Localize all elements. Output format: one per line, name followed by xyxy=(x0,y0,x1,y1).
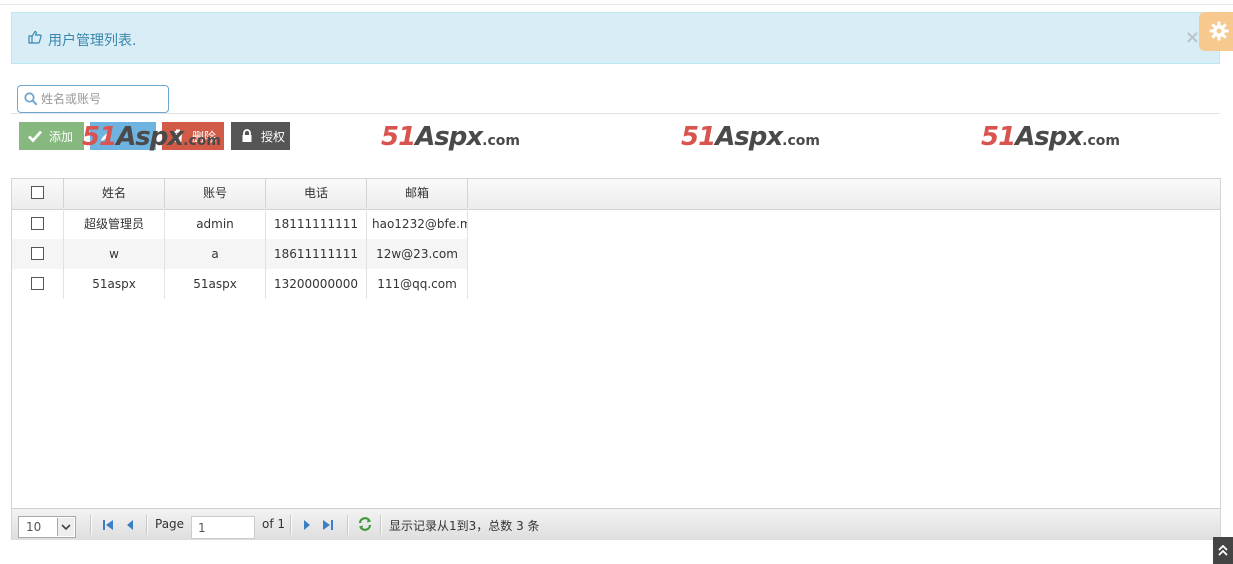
info-alert: 用户管理列表. × xyxy=(11,12,1220,64)
check-icon xyxy=(28,130,43,143)
cell-account: a xyxy=(165,239,266,269)
pager-separator xyxy=(146,515,148,535)
edit-button[interactable] xyxy=(90,122,156,150)
settings-toggle[interactable] xyxy=(1199,12,1233,51)
alert-message: 用户管理列表. xyxy=(48,33,137,49)
grid-header: 姓名 账号 电话 邮箱 xyxy=(12,179,1220,210)
chevron-down-icon xyxy=(57,518,74,536)
row-select-cell xyxy=(12,269,64,299)
double-chevron-up-icon xyxy=(1218,545,1228,556)
search-input[interactable] xyxy=(41,89,161,109)
table-row[interactable]: 超级管理员 admin 18111111111 hao1232@bfe.me xyxy=(12,209,468,239)
column-header-account[interactable]: 账号 xyxy=(165,179,266,208)
cell-account: admin xyxy=(165,209,266,239)
watermark-logo: 51Aspx.com xyxy=(681,122,820,152)
lock-icon xyxy=(242,129,252,142)
table-row[interactable]: 51aspx 51aspx 13200000000 111@qq.com xyxy=(12,269,468,299)
gear-icon xyxy=(1209,21,1229,41)
column-header-phone[interactable]: 电话 xyxy=(266,179,367,208)
cell-name: w xyxy=(64,239,165,269)
column-header-name[interactable]: 姓名 xyxy=(64,179,165,208)
cell-account: 51aspx xyxy=(165,269,266,299)
row-select-cell xyxy=(12,209,64,239)
pager-separator xyxy=(347,515,349,535)
page-size-value: 10 xyxy=(26,520,42,534)
cell-name: 51aspx xyxy=(64,269,165,299)
table-row[interactable]: w a 18611111111 12w@23.com xyxy=(12,239,468,269)
refresh-icon[interactable] xyxy=(357,516,373,532)
row-select-cell xyxy=(12,239,64,269)
thumbs-up-icon xyxy=(28,30,42,44)
pager-separator xyxy=(90,515,92,535)
authorize-button[interactable]: 授权 xyxy=(231,122,290,150)
next-page-icon[interactable] xyxy=(300,518,314,532)
cell-phone: 18611111111 xyxy=(266,239,367,269)
pager: 10 Page of 1 显示记录从1到3，总数 xyxy=(12,508,1220,540)
pager-separator xyxy=(290,515,292,535)
row-checkbox[interactable] xyxy=(31,247,44,260)
search-icon xyxy=(24,92,38,106)
trash-icon xyxy=(173,129,183,142)
record-info: 显示记录从1到3，总数 3 条 xyxy=(389,519,540,533)
page-size-select[interactable]: 10 xyxy=(18,516,76,538)
authorize-button-label: 授权 xyxy=(261,129,286,144)
row-checkbox[interactable] xyxy=(31,217,44,230)
row-checkbox[interactable] xyxy=(31,277,44,290)
watermark-logo: 51Aspx.com xyxy=(981,122,1120,152)
add-button-label: 添加 xyxy=(49,129,74,144)
add-button[interactable]: 添加 xyxy=(19,122,84,150)
previous-page-icon[interactable] xyxy=(123,518,137,532)
page-label: Page xyxy=(155,517,185,531)
last-page-icon[interactable] xyxy=(321,518,335,532)
cell-email: hao1232@bfe.me xyxy=(367,209,468,239)
user-grid: 姓名 账号 电话 邮箱 超级管理员 admin 18111111111 hao1… xyxy=(11,178,1221,540)
cell-phone: 13200000000 xyxy=(266,269,367,299)
select-all-checkbox[interactable] xyxy=(31,186,44,199)
search-box xyxy=(17,85,169,113)
edit-icon xyxy=(101,131,111,141)
delete-button[interactable]: 删除 xyxy=(162,122,224,150)
cell-email: 12w@23.com xyxy=(367,239,468,269)
column-header-email[interactable]: 邮箱 xyxy=(367,179,468,208)
cell-name: 超级管理员 xyxy=(64,209,165,239)
pager-separator xyxy=(380,515,382,535)
alert-close-button[interactable]: × xyxy=(1185,27,1200,48)
page-count-label: of 1 xyxy=(262,517,286,531)
select-all-cell xyxy=(12,179,64,208)
top-border xyxy=(0,0,1233,5)
scroll-to-top-button[interactable] xyxy=(1213,537,1233,564)
delete-button-label: 删除 xyxy=(192,129,217,144)
watermark-logo: 51Aspx.com xyxy=(381,122,520,152)
divider xyxy=(11,113,1220,114)
first-page-icon[interactable] xyxy=(101,518,115,532)
cell-phone: 18111111111 xyxy=(266,209,367,239)
page-number-input[interactable] xyxy=(191,516,255,539)
cell-email: 111@qq.com xyxy=(367,269,468,299)
